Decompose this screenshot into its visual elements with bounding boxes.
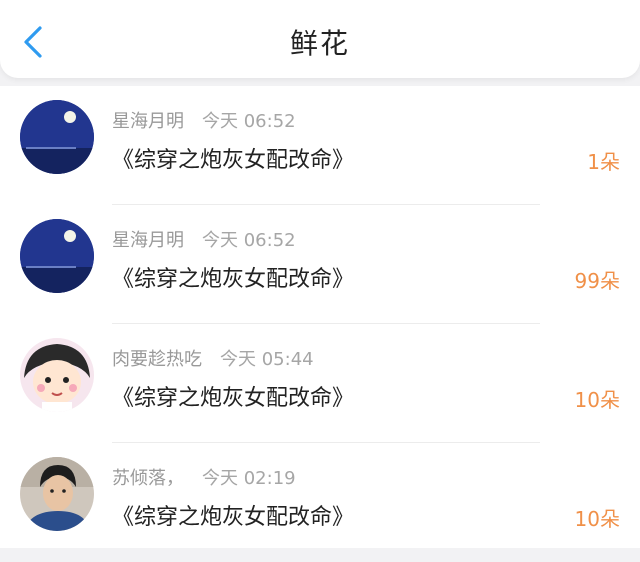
flower-list: 星海月明 今天 06:52 《综穿之炮灰女配改命》 1朵 星海月明 今天 06:52… bbox=[0, 86, 640, 548]
book-title[interactable]: 《综穿之炮灰女配改命》 bbox=[112, 380, 354, 412]
item-meta: 星海月明 今天 06:52 bbox=[112, 226, 296, 252]
list-item[interactable]: 星海月明 今天 06:52 《综穿之炮灰女配改命》 1朵 bbox=[0, 86, 640, 205]
book-title[interactable]: 《综穿之炮灰女配改命》 bbox=[112, 261, 354, 293]
timestamp: 今天 05:44 bbox=[220, 349, 314, 370]
avatar[interactable] bbox=[20, 338, 94, 412]
username[interactable]: 苏倾落， bbox=[112, 468, 184, 489]
timestamp: 今天 06:52 bbox=[202, 230, 296, 251]
list-item[interactable]: 苏倾落， 今天 02:19 《综穿之炮灰女配改命》 10朵 bbox=[0, 443, 640, 562]
username[interactable]: 肉要趁热吃 bbox=[112, 349, 202, 370]
page-title: 鲜花 bbox=[289, 27, 350, 60]
book-title[interactable]: 《综穿之炮灰女配改命》 bbox=[112, 142, 354, 174]
item-meta: 肉要趁热吃 今天 05:44 bbox=[112, 345, 314, 371]
username[interactable]: 星海月明 bbox=[112, 230, 184, 251]
timestamp: 今天 02:19 bbox=[202, 468, 296, 489]
username[interactable]: 星海月明 bbox=[112, 111, 184, 132]
flower-count: 99朵 bbox=[574, 269, 620, 293]
item-meta: 苏倾落， 今天 02:19 bbox=[112, 464, 296, 490]
avatar[interactable] bbox=[20, 457, 94, 531]
avatar[interactable] bbox=[20, 100, 94, 174]
book-title[interactable]: 《综穿之炮灰女配改命》 bbox=[112, 499, 354, 531]
item-meta: 星海月明 今天 06:52 bbox=[112, 107, 296, 133]
timestamp: 今天 06:52 bbox=[202, 111, 296, 132]
list-item[interactable]: 肉要趁热吃 今天 05:44 《综穿之炮灰女配改命》 10朵 bbox=[0, 324, 640, 443]
flower-count: 10朵 bbox=[574, 507, 620, 531]
list-item[interactable]: 星海月明 今天 06:52 《综穿之炮灰女配改命》 99朵 bbox=[0, 205, 640, 324]
top-bar: 鲜花 bbox=[0, 0, 640, 78]
flower-count: 1朵 bbox=[587, 150, 620, 174]
avatar[interactable] bbox=[20, 219, 94, 293]
flower-count: 10朵 bbox=[574, 388, 620, 412]
